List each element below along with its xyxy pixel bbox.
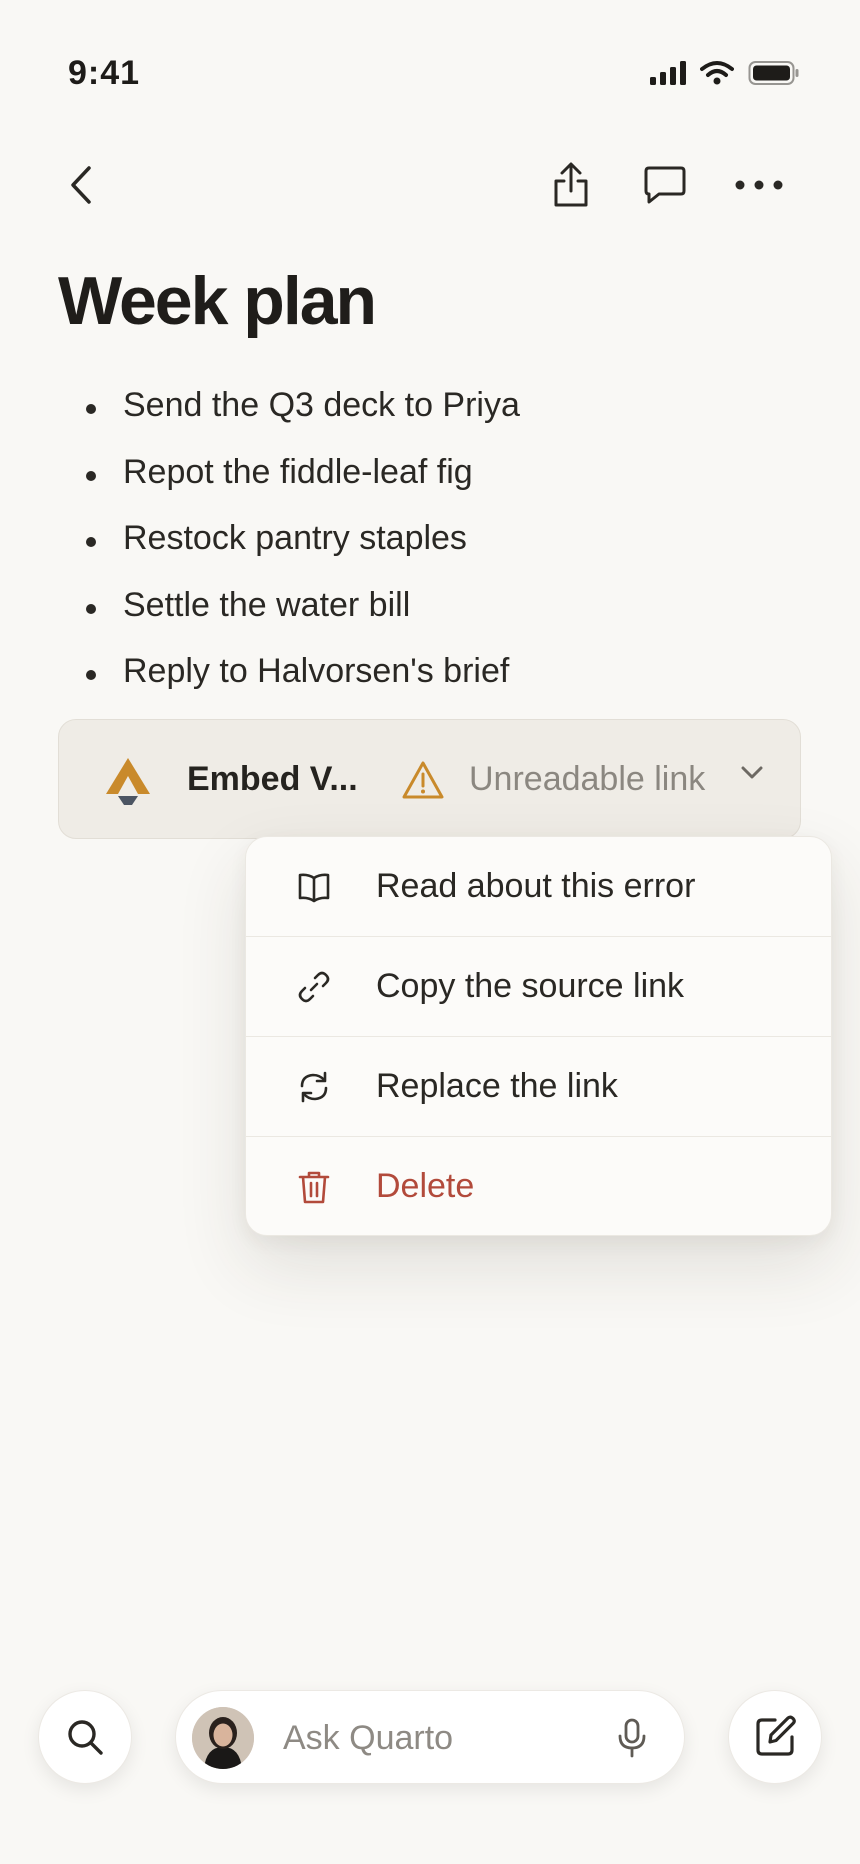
list-item[interactable]: Restock pantry staples [80, 518, 520, 585]
share-button[interactable] [541, 155, 601, 215]
compose-button[interactable] [728, 1690, 822, 1784]
trash-icon [298, 1171, 330, 1204]
menu-item-label: Read about this error [376, 867, 696, 905]
list-item[interactable]: Settle the water bill [80, 585, 520, 652]
page-title: Week plan [58, 263, 377, 339]
list-item[interactable]: Send the Q3 deck to Priya [80, 385, 520, 452]
battery-icon [748, 61, 799, 85]
comment-button[interactable] [635, 155, 695, 215]
share-icon [554, 162, 588, 207]
embed-title: Embed V... [187, 760, 358, 798]
menu-item-read-about-error[interactable]: Read about this error [246, 837, 831, 937]
link-icon [298, 971, 330, 1003]
list-item[interactable]: Repot the fiddle-leaf fig [80, 452, 520, 519]
status-time: 9:41 [68, 54, 141, 92]
bottom-bar: Ask Quarto [0, 1690, 860, 1790]
menu-item-delete[interactable]: Delete [246, 1137, 831, 1235]
status-bar: 9:41 [0, 0, 860, 150]
menu-item-label: Replace the link [376, 1067, 618, 1105]
comment-icon [644, 166, 686, 204]
search-button[interactable] [38, 1690, 132, 1784]
bullet-list: Send the Q3 deck to Priya Repot the fidd… [80, 385, 520, 718]
menu-item-label: Delete [376, 1167, 475, 1205]
more-horizontal-icon [735, 180, 783, 190]
nav-bar [0, 155, 860, 235]
refresh-icon [300, 1071, 328, 1103]
signal-icon [650, 61, 686, 85]
menu-item-copy-source-link[interactable]: Copy the source link [246, 937, 831, 1037]
back-button[interactable] [52, 155, 112, 215]
embed-logo-icon [106, 758, 150, 805]
embed-status: Unreadable link [469, 760, 706, 798]
search-icon [68, 1720, 103, 1755]
avatar[interactable] [192, 1707, 254, 1769]
menu-item-label: Copy the source link [376, 967, 685, 1005]
avatar-image [192, 1707, 254, 1769]
wifi-icon [700, 61, 734, 85]
compose-icon [756, 1715, 796, 1756]
chevron-down-icon[interactable] [739, 764, 765, 782]
ask-input[interactable]: Ask Quarto [175, 1690, 685, 1784]
menu-item-replace-link[interactable]: Replace the link [246, 1037, 831, 1137]
mic-icon[interactable] [616, 1717, 648, 1759]
status-icons [650, 60, 800, 86]
chevron-left-icon [71, 166, 91, 204]
more-button[interactable] [729, 155, 789, 215]
ask-placeholder: Ask Quarto [283, 1719, 454, 1757]
embed-card[interactable]: Embed V... Unreadable link [58, 719, 801, 839]
list-item[interactable]: Reply to Halvorsen's brief [80, 651, 520, 718]
warning-icon [402, 761, 444, 799]
embed-error-menu: Read about this error Copy the source li… [245, 836, 832, 1236]
book-icon [298, 873, 330, 903]
